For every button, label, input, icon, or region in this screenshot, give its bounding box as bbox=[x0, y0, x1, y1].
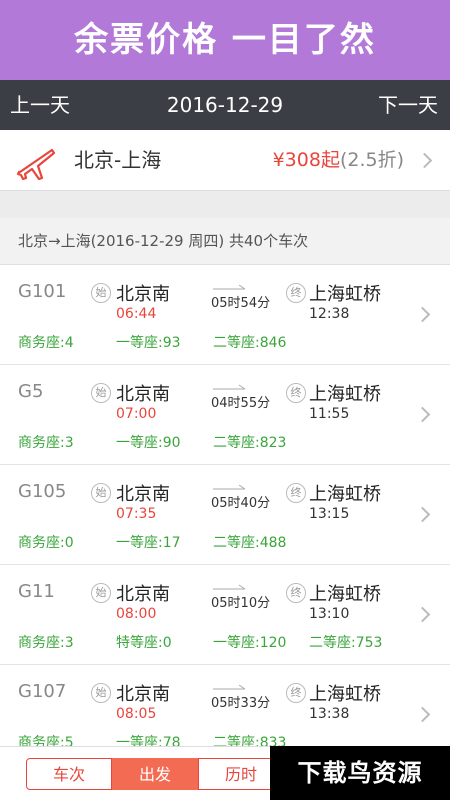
start-station-icon: 始 bbox=[91, 283, 111, 303]
travel-duration: 05时10分 bbox=[211, 596, 271, 611]
end-station-icon: 终 bbox=[286, 583, 306, 603]
chevron-right-icon bbox=[414, 506, 431, 523]
arrow-right-icon bbox=[213, 284, 246, 290]
arrival-station: 上海虹桥 bbox=[309, 284, 381, 305]
departure-station: 北京南 bbox=[116, 584, 170, 605]
train-number: G11 bbox=[18, 581, 55, 602]
arrival-station: 上海虹桥 bbox=[309, 584, 381, 605]
previous-day-button[interactable]: 上一天 bbox=[10, 80, 70, 130]
tab-train-number[interactable]: 车次 bbox=[26, 758, 112, 790]
chevron-right-icon bbox=[414, 306, 431, 323]
seat-availability: 商务座:3 bbox=[18, 435, 74, 451]
arrival-time: 11:55 bbox=[309, 406, 350, 422]
departure-station: 北京南 bbox=[116, 384, 170, 405]
seat-availability: 商务座:4 bbox=[18, 335, 74, 351]
train-row[interactable]: G5 始北京南 07:00 04时55分终上海虹桥 11:55 商务座:3 一等座:90 二等… bbox=[0, 365, 450, 465]
arrow-right-icon bbox=[213, 684, 246, 690]
travel-duration: 05时54分 bbox=[211, 296, 271, 311]
start-station-icon: 始 bbox=[91, 483, 111, 503]
arrival-time: 13:15 bbox=[309, 506, 350, 522]
arrival-time: 12:38 bbox=[309, 306, 350, 322]
seat-availability: 一等座:120 bbox=[213, 635, 287, 651]
arrival-time: 13:10 bbox=[309, 606, 350, 622]
end-station-icon: 终 bbox=[286, 483, 306, 503]
route-summary-text: 北京→上海(2016-12-29 周四) 共40个车次 bbox=[18, 232, 309, 250]
arrow-right-icon bbox=[213, 484, 246, 490]
start-station-icon: 始 bbox=[91, 583, 111, 603]
travel-duration: 05时33分 bbox=[211, 696, 271, 711]
train-row[interactable]: G105 始北京南 07:35 05时40分终上海虹桥 13:15 商务座:0 一等座:17… bbox=[0, 465, 450, 565]
arrival-station: 上海虹桥 bbox=[309, 384, 381, 405]
end-station-icon: 终 bbox=[286, 283, 306, 303]
airplane-icon bbox=[16, 148, 56, 181]
promo-banner: 余票价格 一目了然 bbox=[0, 0, 450, 80]
next-day-button[interactable]: 下一天 bbox=[378, 80, 438, 130]
seat-availability: 特等座:0 bbox=[116, 635, 172, 651]
seat-availability: 一等座:90 bbox=[116, 435, 181, 451]
flight-price-row[interactable]: 北京-上海 ¥308起(2.5折) bbox=[0, 130, 450, 191]
arrow-right-icon bbox=[213, 584, 246, 590]
train-number: G105 bbox=[18, 481, 67, 502]
travel-duration: 05时40分 bbox=[211, 496, 271, 511]
train-row[interactable]: G101 始北京南 06:44 05时54分终上海虹桥 12:38 商务座:4 一等座:93… bbox=[0, 265, 450, 365]
seat-availability: 商务座:3 bbox=[18, 635, 74, 651]
flight-route: 北京-上海 bbox=[74, 148, 162, 172]
arrival-station: 上海虹桥 bbox=[309, 684, 381, 705]
departure-time: 06:44 bbox=[116, 306, 157, 322]
departure-station: 北京南 bbox=[116, 684, 170, 705]
train-row[interactable]: G11 始北京南 08:00 05时10分终上海虹桥 13:10 商务座:3 特等座:0 一等… bbox=[0, 565, 450, 665]
travel-duration: 04时55分 bbox=[211, 396, 271, 411]
train-list: G101 始北京南 06:44 05时54分终上海虹桥 12:38 商务座:4 一等座:93… bbox=[0, 265, 450, 765]
chevron-right-icon bbox=[414, 406, 431, 423]
departure-time: 08:05 bbox=[116, 706, 157, 722]
arrival-station: 上海虹桥 bbox=[309, 484, 381, 505]
departure-time: 07:35 bbox=[116, 506, 157, 522]
chevron-right-icon bbox=[414, 706, 431, 723]
departure-time: 08:00 bbox=[116, 606, 157, 622]
departure-station: 北京南 bbox=[116, 484, 170, 505]
seat-availability: 二等座:823 bbox=[213, 435, 287, 451]
seat-availability: 二等座:488 bbox=[213, 535, 287, 551]
tab-departure[interactable]: 出发 bbox=[112, 758, 198, 790]
seat-availability: 一等座:93 bbox=[116, 335, 181, 351]
start-station-icon: 始 bbox=[91, 383, 111, 403]
arrival-time: 13:38 bbox=[309, 706, 350, 722]
flight-price-value: ¥308起 bbox=[272, 149, 340, 171]
departure-station: 北京南 bbox=[116, 284, 170, 305]
date-navigation-bar: 上一天 2016-12-29 下一天 bbox=[0, 80, 450, 130]
chevron-right-icon bbox=[416, 152, 433, 169]
chevron-right-icon bbox=[414, 606, 431, 623]
seat-availability: 二等座:753 bbox=[309, 635, 383, 651]
seat-availability: 商务座:0 bbox=[18, 535, 74, 551]
route-summary: 北京→上海(2016-12-29 周四) 共40个车次 bbox=[0, 218, 450, 265]
seat-availability: 一等座:17 bbox=[116, 535, 181, 551]
train-number: G101 bbox=[18, 281, 67, 302]
start-station-icon: 始 bbox=[91, 683, 111, 703]
section-gap bbox=[0, 191, 450, 218]
flight-price: ¥308起(2.5折) bbox=[273, 130, 404, 190]
train-number: G107 bbox=[18, 681, 67, 702]
flight-discount: (2.5折) bbox=[339, 149, 404, 171]
end-station-icon: 终 bbox=[286, 383, 306, 403]
arrow-right-icon bbox=[213, 384, 246, 390]
end-station-icon: 终 bbox=[286, 683, 306, 703]
departure-time: 07:00 bbox=[116, 406, 157, 422]
train-number: G5 bbox=[18, 381, 44, 402]
seat-availability: 二等座:846 bbox=[213, 335, 287, 351]
watermark-logo: 下载鸟资源 bbox=[270, 746, 450, 800]
